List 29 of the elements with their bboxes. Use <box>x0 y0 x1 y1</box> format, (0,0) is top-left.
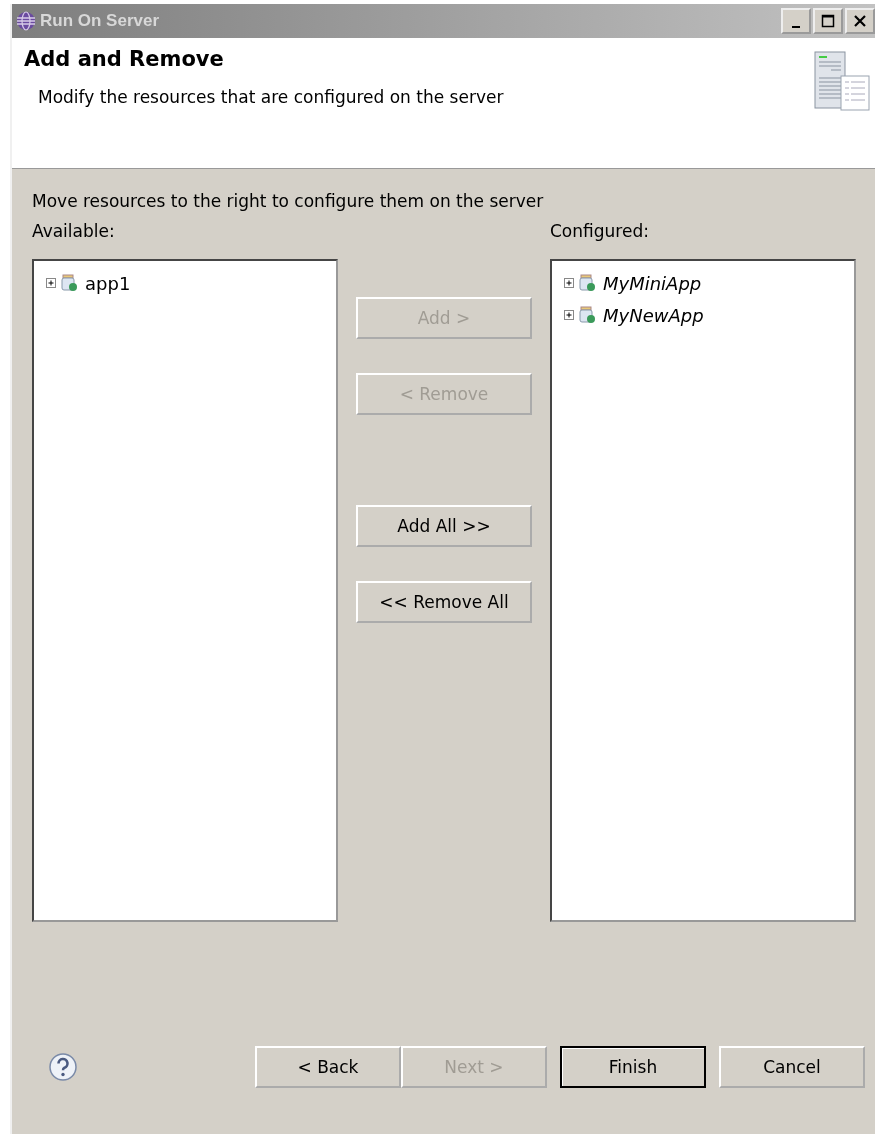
project-icon <box>60 274 78 292</box>
page-title: Add and Remove <box>24 47 225 71</box>
move-button[interactable]: Add All >> <box>356 505 532 547</box>
close-icon <box>853 14 867 28</box>
tree-item[interactable]: MyMiniApp <box>603 272 702 294</box>
help-icon[interactable] <box>48 1052 78 1082</box>
configured-label: Configured: <box>550 221 650 243</box>
project-icon <box>578 274 596 292</box>
wizard-button[interactable]: < Back <box>255 1046 401 1088</box>
wizard-button[interactable]: Finish <box>560 1046 706 1088</box>
maximize-button[interactable] <box>813 8 843 34</box>
instruction-text: Move resources to the right to configure them on the server <box>32 191 545 211</box>
window-title: Run On Server <box>40 11 160 31</box>
maximize-icon <box>821 14 835 28</box>
page-description: Modify the resources that are configured on the server <box>38 87 505 107</box>
minimize-icon <box>792 26 800 28</box>
move-button[interactable]: << Remove All <box>356 581 532 623</box>
available-label: Available: <box>32 221 116 243</box>
minimize-button[interactable] <box>781 8 811 34</box>
expand-icon[interactable] <box>564 309 575 321</box>
wizard-button[interactable]: Cancel <box>719 1046 865 1088</box>
server-icon <box>811 50 871 114</box>
project-icon <box>578 306 596 324</box>
tree-item[interactable]: app1 <box>85 272 131 294</box>
expand-icon[interactable] <box>564 277 575 289</box>
expand-icon[interactable] <box>46 277 57 289</box>
globe-icon <box>16 11 36 31</box>
tree-item[interactable]: MyNewApp <box>603 304 704 326</box>
close-button[interactable] <box>845 8 875 34</box>
